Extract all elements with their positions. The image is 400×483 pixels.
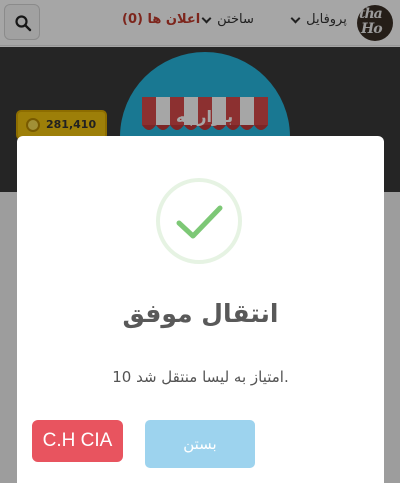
close-button[interactable]: بستن (145, 420, 255, 468)
success-dialog: انتقال موفق 10 امتیاز به لیسا منتقل شد. … (17, 136, 384, 483)
dialog-title: انتقال موفق (122, 299, 279, 328)
check-icon (156, 178, 242, 264)
brand-button[interactable]: C.H CIA (32, 420, 123, 462)
dialog-message: 10 امتیاز به لیسا منتقل شد. (112, 368, 289, 386)
